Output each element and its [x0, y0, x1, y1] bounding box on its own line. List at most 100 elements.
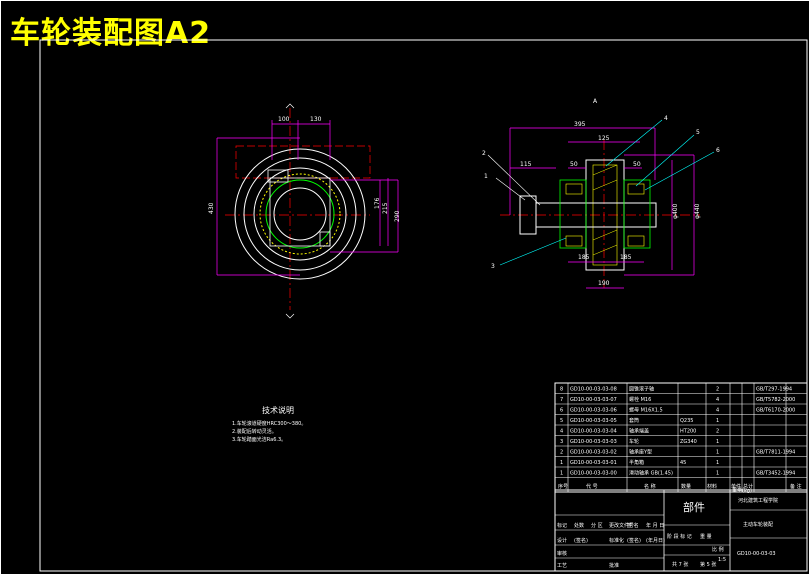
parts-cell: 4	[716, 397, 719, 403]
notes-line-1: 1.车轮滚道硬度HRC300～380。	[232, 420, 306, 427]
hatch-4	[592, 244, 618, 256]
parts-cell: 1	[560, 471, 563, 477]
dim-left-176: 176	[374, 197, 381, 209]
parts-cell: GB/T5782-2000	[756, 397, 795, 403]
parts-cell: 2	[560, 450, 563, 456]
parts-header-cell: 序号	[558, 483, 568, 490]
parts-cell: GD10-00-03-03-03	[570, 439, 617, 445]
parts-cell: Q235	[680, 418, 693, 424]
parts-cell: 螺母 M16X1.5	[629, 407, 663, 414]
title-block-cell: 标记	[557, 522, 567, 529]
wheel-bore-circle	[265, 179, 335, 249]
section-marker-bottom	[285, 313, 295, 319]
notes-line-2: 2.装配后转动灵活。	[232, 428, 277, 435]
parts-cell: 8	[560, 387, 563, 393]
tb-ratio: 比 例	[712, 546, 724, 553]
parts-header-cell: 备 注	[790, 483, 802, 490]
bearing-3	[627, 183, 645, 195]
left-view: 100 130 430 176 215 290	[208, 103, 401, 319]
parts-cell: GB/T3452-1994	[756, 471, 795, 477]
dim-left-100: 100	[278, 116, 290, 123]
parts-cell: 车轮	[629, 438, 639, 445]
left-housing-outline	[235, 145, 371, 179]
title-block-cell: 工艺	[557, 563, 567, 569]
parts-cell: 2	[716, 387, 719, 393]
parts-cell: 4	[716, 408, 719, 414]
right-view: 395 125 115 50 50 φ400 φ440 185 185 190 …	[482, 98, 720, 289]
dim-right-50a: 50	[570, 161, 578, 168]
parts-header-cell: 数量	[681, 483, 691, 490]
title-block-cell: (年月日)	[646, 537, 665, 544]
title-block-cell: (签名)	[627, 537, 641, 544]
parts-cell: 1	[716, 439, 719, 445]
bearing-4	[627, 235, 645, 247]
dim-right-125: 125	[598, 135, 610, 142]
parts-cell: GD10-00-03-03-05	[570, 418, 617, 424]
housing-foot	[319, 231, 331, 247]
inner-frame	[39, 39, 808, 572]
parts-cell: 滑动轴承 GB(1.45)	[629, 470, 673, 477]
technical-notes: 技术说明 1.车轮滚道硬度HRC300～380。 2.装配后转动灵活。 3.车轮…	[232, 405, 306, 443]
title-block-rows: 标记 处数分 区更改文件号签 名年 月 日设计 (签名) 标准化 (签名) (年月日)审核…	[557, 522, 665, 569]
label-3: 3	[491, 263, 495, 270]
tb-drawing-no: GD10-00-03-03	[737, 551, 776, 557]
title-block-cell: 标准化	[609, 537, 624, 544]
parts-cell: 1	[716, 471, 719, 477]
parts-cell: 套筒	[629, 417, 639, 424]
leader-3	[499, 237, 567, 266]
parts-cell: GD10-00-03-03-01	[570, 460, 617, 466]
label-5: 5	[696, 129, 700, 136]
parts-cell: 轴承座Y型	[629, 449, 652, 456]
parts-cell: GD10-00-03-03-00	[570, 471, 617, 477]
parts-cell: 45	[680, 460, 686, 466]
leader-5	[635, 134, 695, 187]
notes-heading: 技术说明	[262, 405, 294, 415]
parts-cell: GB/T6170-2000	[756, 408, 795, 414]
parts-cell: GD10-00-03-03-06	[570, 408, 617, 414]
parts-cell: 1	[716, 460, 719, 466]
parts-cell: GD10-00-03-03-04	[570, 429, 617, 435]
title-block-cell: 年 月 日	[646, 522, 664, 529]
dim-right-395: 395	[574, 121, 586, 128]
parts-cell: 4	[560, 429, 563, 435]
parts-header-cell: 名 称	[644, 483, 656, 490]
dim-right-400: φ400	[672, 203, 679, 219]
dim-right-185a: 185	[578, 254, 590, 261]
title-block: 部件 河北建筑工程学院 主动车轮装配 GD10-00-03-03 阶 段 标 记…	[554, 489, 808, 572]
parts-cell: 3	[560, 439, 563, 445]
parts-cell: 1	[716, 418, 719, 424]
parts-cell: 圆锥滚子轴	[629, 386, 654, 393]
tb-assembly: 主动车轮装配	[743, 521, 773, 528]
parts-cell: GD10-00-03-03-08	[570, 387, 617, 393]
dim-left-130: 130	[310, 116, 322, 123]
parts-cell: 螺栓 M16	[629, 396, 651, 403]
dim-right-50b: 50	[633, 161, 641, 168]
parts-cell: GD10-00-03-03-07	[570, 397, 617, 403]
hatch-2	[592, 179, 618, 191]
dim-right-115: 115	[520, 161, 532, 168]
label-4: 4	[664, 115, 668, 122]
tb-sheet-no: 第 5 张	[700, 561, 716, 568]
parts-cell: 1	[560, 460, 563, 466]
wheel-rim-circle	[243, 157, 357, 271]
title-block-cell: 审核	[557, 550, 567, 557]
parts-cell: 轴承端盖	[629, 428, 649, 435]
parts-cell: 1	[716, 450, 719, 456]
parts-cell: HT200	[680, 429, 696, 435]
title-block-cell: 分 区	[591, 522, 603, 529]
leader-1	[495, 177, 526, 201]
parts-cell: 7	[560, 397, 563, 403]
parts-cell: 6	[560, 408, 563, 414]
title-block-cell: 设计	[557, 537, 567, 544]
title-block-cell: 处数	[574, 522, 584, 529]
parts-cell: GD10-00-03-03-02	[570, 450, 617, 456]
dim-right-185b: 185	[620, 254, 632, 261]
tb-weight: 重 量	[700, 533, 712, 540]
title-block-cell: 签 名	[627, 522, 639, 529]
title-block-cell: (签名)	[574, 537, 588, 544]
tb-drawing-name: 部件	[683, 500, 705, 514]
label-2: 2	[482, 150, 486, 157]
dim-left-290: 290	[394, 210, 401, 222]
parts-cell: 5	[560, 418, 563, 424]
parts-cell: GB/T7811-1994	[756, 450, 795, 456]
